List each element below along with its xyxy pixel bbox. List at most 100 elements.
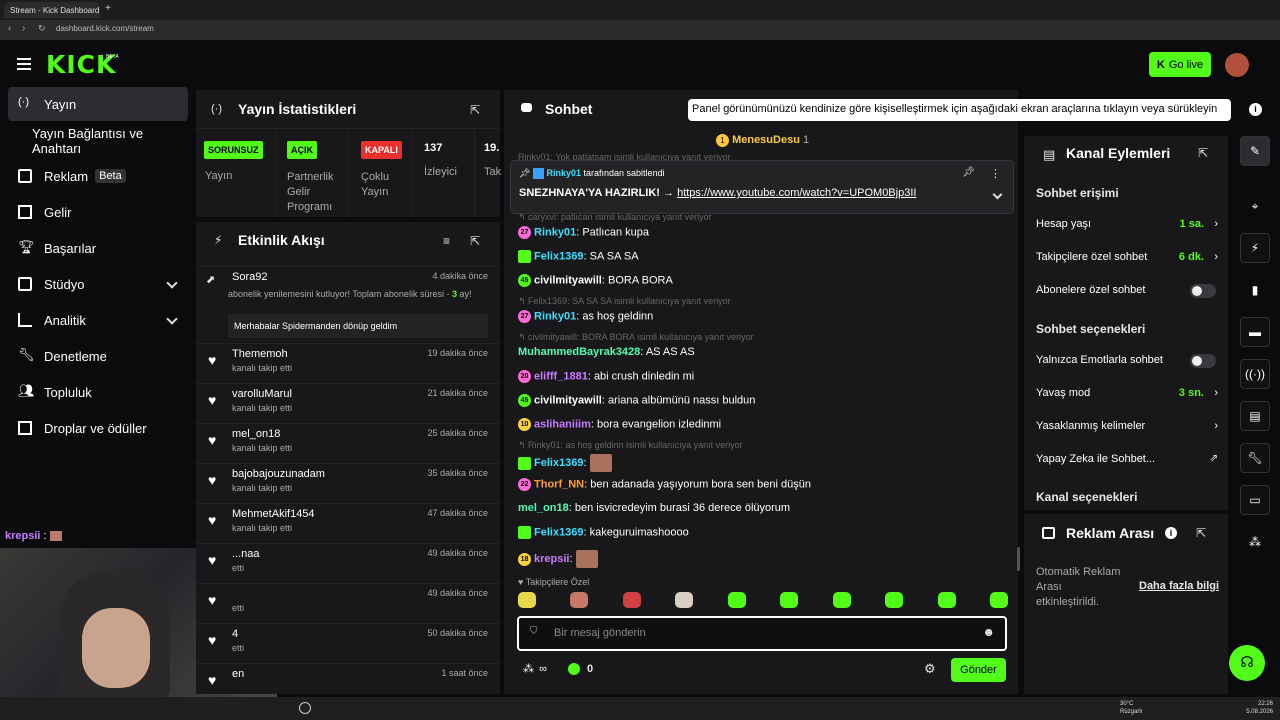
chat-username[interactable]: Felix1369 bbox=[534, 250, 584, 262]
chat-message[interactable]: Felix1369: kakeguruimashoooo bbox=[518, 526, 689, 539]
clock[interactable]: 22:26 5.08.2026 bbox=[1243, 700, 1273, 716]
nav-studio[interactable]: Stüdyo bbox=[8, 267, 188, 301]
heart-icon: ♥ bbox=[208, 592, 217, 608]
reload-icon[interactable]: ↻ bbox=[38, 23, 46, 34]
emote-icon[interactable] bbox=[885, 592, 904, 608]
chat-username[interactable]: Felix1369 bbox=[534, 457, 584, 469]
wrench-tool-icon[interactable]: 🔧︎ bbox=[1240, 443, 1270, 473]
chat-message[interactable]: 45 civilmityawill: BORA BORA bbox=[518, 274, 673, 287]
chat-username[interactable]: aslihaniiim bbox=[534, 418, 591, 430]
send-button[interactable]: Gönder bbox=[951, 658, 1006, 682]
stat-label: İzleyici bbox=[424, 166, 458, 178]
broadcast-tool-icon[interactable]: ((·)) bbox=[1240, 359, 1270, 389]
chat-message[interactable]: 45 civilmityawill: ariana albümünü nassı … bbox=[518, 394, 755, 407]
unpin-icon[interactable]: 📌︎ bbox=[962, 167, 975, 178]
account-age-row[interactable]: Hesap yaşı 1 sa. › bbox=[1036, 218, 1220, 234]
chat-message[interactable]: Felix1369: SA SA SA bbox=[518, 250, 639, 263]
popout-icon[interactable]: ⇱ bbox=[470, 234, 480, 248]
emoji-icon[interactable]: ☻ bbox=[982, 625, 995, 639]
emote-icon[interactable] bbox=[518, 592, 536, 608]
emote-icon[interactable] bbox=[675, 592, 694, 608]
stat-label: Çoklu Yayın bbox=[361, 171, 390, 198]
nav-stream-key[interactable]: Yayın Bağlantısı ve Anahtarı bbox=[8, 124, 188, 158]
chat-message[interactable]: 18 krepsii: bbox=[518, 550, 598, 568]
emote-icon[interactable] bbox=[727, 592, 746, 608]
browser-tab[interactable]: Stream - Kick Dashboard bbox=[4, 2, 100, 18]
user-avatar[interactable] bbox=[1225, 53, 1249, 77]
nav-analytics[interactable]: Analitik bbox=[8, 303, 188, 337]
edit-layout-icon[interactable]: ✎ bbox=[1240, 136, 1270, 166]
emote-icon[interactable] bbox=[832, 592, 851, 608]
info-icon[interactable]: i bbox=[1249, 103, 1262, 116]
more-options-icon[interactable]: ⋮ bbox=[990, 167, 1001, 180]
popout-icon[interactable]: ⇱ bbox=[470, 103, 480, 117]
actions-tool-icon[interactable]: ▤ bbox=[1240, 401, 1270, 431]
chat-message[interactable]: MuhammedBayrak3428: AS AS AS bbox=[518, 346, 695, 358]
emote-icon[interactable] bbox=[622, 592, 641, 608]
nav-achievements[interactable]: 🏆︎ Başarılar bbox=[8, 231, 188, 265]
filter-icon[interactable]: ≡ bbox=[443, 234, 450, 248]
chat-username[interactable]: Felix1369 bbox=[534, 526, 584, 538]
url-field[interactable]: dashboard.kick.com/stream bbox=[56, 24, 1096, 36]
chat-message[interactable]: 27 Rinky01: Patlıcan kupa bbox=[518, 226, 649, 239]
focus-icon[interactable]: ⌖ bbox=[1240, 191, 1270, 221]
emote-icon[interactable] bbox=[989, 592, 1008, 608]
popout-icon[interactable]: ⇱ bbox=[1196, 526, 1206, 540]
chat-scrollbar[interactable] bbox=[1017, 547, 1020, 571]
chat-username[interactable]: krepsii bbox=[534, 553, 569, 565]
chat-username[interactable]: Thorf_NN bbox=[534, 478, 584, 490]
emote-icon[interactable] bbox=[937, 592, 956, 608]
menu-icon[interactable] bbox=[17, 58, 31, 70]
chat-input[interactable]: ⛉ Bir mesaj gönderin ☻ bbox=[517, 616, 1007, 651]
slow-mode-row[interactable]: Yavaş mod 3 sn. › bbox=[1036, 387, 1220, 403]
chat-username[interactable]: Rinky01 bbox=[534, 310, 576, 322]
chat-message[interactable]: 20 elifff_1881: abi crush dinledin mi bbox=[518, 370, 694, 383]
subs-chat-toggle[interactable] bbox=[1190, 284, 1216, 298]
followers-chat-row[interactable]: Takipçilere özel sohbet 6 dk. › bbox=[1036, 251, 1220, 267]
banned-words-row[interactable]: Yasaklanmış kelimeler › bbox=[1036, 420, 1220, 436]
chat-tool-icon[interactable]: ▬ bbox=[1240, 317, 1270, 347]
chat-message[interactable]: mel_on18: ben isvicredeyim burasi 36 der… bbox=[518, 502, 790, 514]
popout-icon[interactable]: ⇱ bbox=[1198, 146, 1208, 160]
emote-icon[interactable] bbox=[780, 592, 799, 608]
new-tab-button[interactable]: + bbox=[105, 4, 115, 14]
nav-revenue[interactable]: Gelir bbox=[8, 195, 188, 229]
window-tool-icon[interactable]: ▭ bbox=[1240, 485, 1270, 515]
forward-icon[interactable]: › bbox=[22, 23, 25, 34]
go-live-button[interactable]: K Go live bbox=[1149, 52, 1211, 77]
chat-settings-icon[interactable]: ⚙︎ bbox=[924, 661, 936, 677]
chat-username[interactable]: mel_on18 bbox=[518, 502, 569, 514]
taskbar-app-icon[interactable] bbox=[299, 702, 311, 714]
chat-username[interactable]: MuhammedBayrak3428 bbox=[518, 346, 640, 358]
more-tools-icon[interactable]: ⁂ bbox=[1240, 527, 1270, 557]
chat-message[interactable]: Felix1369: bbox=[518, 454, 612, 472]
weather-temp: 30°C bbox=[1120, 701, 1134, 707]
weather-widget[interactable]: 30°C Rüzgarlı bbox=[1120, 700, 1142, 716]
learn-more-link[interactable]: Daha fazla bilgi bbox=[1139, 580, 1219, 592]
gift-points-icon[interactable]: ⁂ bbox=[523, 663, 534, 675]
emote-only-toggle[interactable] bbox=[1190, 354, 1216, 368]
chat-username[interactable]: elifff_1881 bbox=[534, 370, 588, 382]
pinned-link[interactable]: https://www.youtube.com/watch?v=UPOM0Bjp… bbox=[677, 187, 916, 199]
nav-moderation[interactable]: 🔧︎ Denetleme bbox=[8, 339, 188, 373]
chat-message[interactable]: 10 aslihaniiim: bora evangelion izledinmi bbox=[518, 418, 721, 431]
back-icon[interactable]: ‹ bbox=[8, 23, 11, 34]
pin-header: 📌︎ Rinky01 tarafından sabitlendi bbox=[519, 168, 665, 180]
chat-message[interactable]: 27 Rinky01: as hoş geldinn bbox=[518, 310, 653, 323]
chat-message[interactable]: 22 Thorf_NN: ben adanada yaşıyorum bora s… bbox=[518, 478, 811, 491]
chat-username[interactable]: Rinky01 bbox=[534, 226, 576, 238]
notes-icon[interactable]: ▮ bbox=[1240, 275, 1270, 305]
followers-chat-value: 6 dk. bbox=[1178, 251, 1204, 263]
info-icon[interactable]: i bbox=[1165, 527, 1177, 539]
ai-chat-row[interactable]: Yapay Zeka ile Sohbet... ⇗ bbox=[1036, 453, 1220, 469]
nav-ads[interactable]: Reklam Beta bbox=[8, 159, 188, 193]
nav-stream[interactable]: (·) Yayın bbox=[8, 87, 188, 121]
lightning-icon[interactable]: ⚡︎ bbox=[1240, 233, 1270, 263]
chevron-down-icon[interactable] bbox=[992, 189, 1003, 200]
nav-drops[interactable]: Droplar ve ödüller bbox=[8, 411, 188, 445]
chat-username[interactable]: civilmityawill bbox=[534, 394, 602, 406]
nav-community[interactable]: 👥︎ Topluluk bbox=[8, 375, 188, 409]
emote-icon[interactable] bbox=[570, 592, 589, 608]
chat-username[interactable]: civilmityawill bbox=[534, 274, 602, 286]
support-chat-button[interactable]: ☊ bbox=[1229, 645, 1265, 681]
